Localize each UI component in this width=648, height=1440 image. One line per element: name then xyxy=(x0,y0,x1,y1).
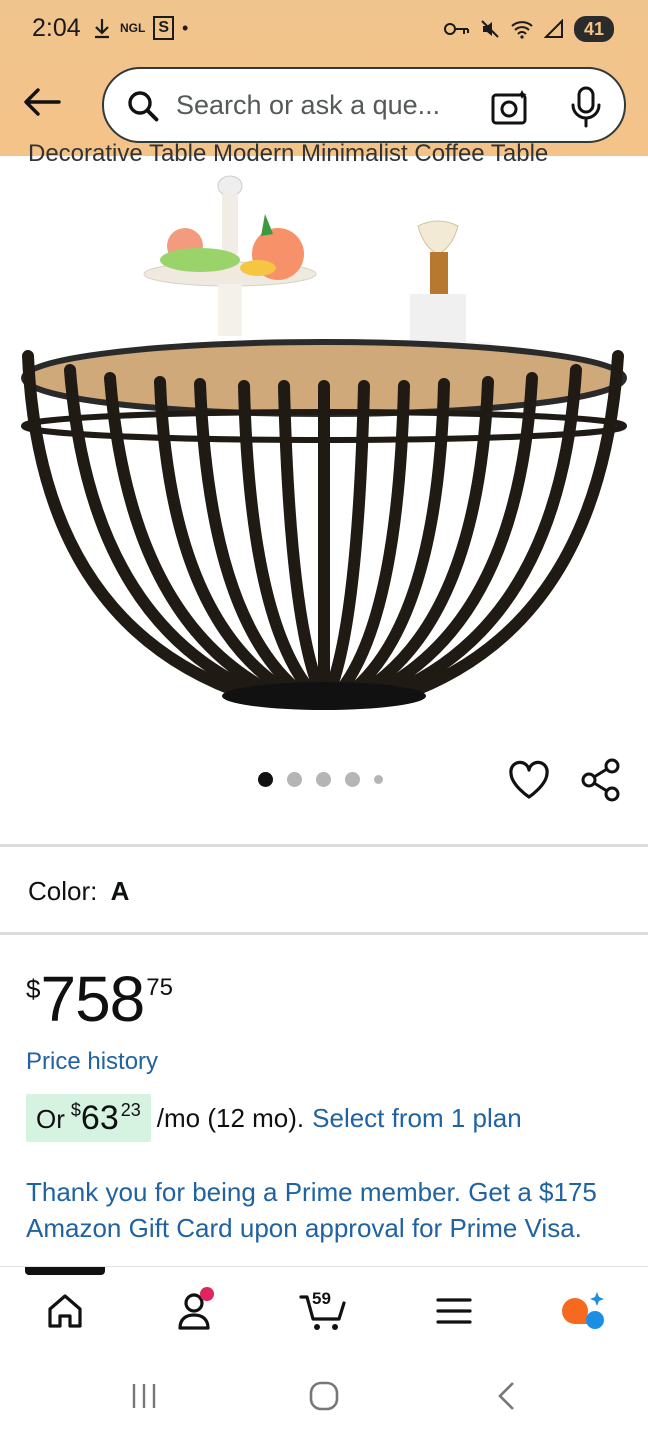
price-whole: 758 xyxy=(40,963,145,1035)
rufus-icon xyxy=(562,1292,604,1329)
color-value: A xyxy=(110,876,130,906)
back-button[interactable] xyxy=(18,78,66,126)
mute-icon xyxy=(481,20,499,38)
monthly-prefix: Or xyxy=(36,1104,65,1134)
color-selector[interactable]: Color: A xyxy=(28,876,129,907)
status-bar: 2:04 NGL S • 41 xyxy=(0,0,648,60)
heart-icon[interactable] xyxy=(508,760,550,800)
home-system-button[interactable] xyxy=(294,1376,354,1416)
battery-indicator: 41 xyxy=(573,16,614,42)
search-icon xyxy=(128,91,159,122)
dot-icon: • xyxy=(182,17,189,38)
recent-apps-icon xyxy=(132,1384,156,1408)
price-fraction: 75 xyxy=(146,974,173,1001)
monthly-symbol: $ xyxy=(70,1100,81,1120)
home-icon xyxy=(48,1294,82,1328)
search-bar[interactable] xyxy=(102,67,626,143)
nav-account[interactable] xyxy=(164,1285,224,1337)
candle-decor xyxy=(396,220,492,356)
s-icon: S xyxy=(153,16,175,40)
product-image[interactable] xyxy=(0,156,648,740)
image-pagination[interactable] xyxy=(258,772,383,787)
status-time: 2:04 xyxy=(32,14,81,42)
menu-icon xyxy=(436,1298,472,1324)
status-left-icons: NGL S • xyxy=(92,16,188,40)
price-history-link[interactable]: Price history xyxy=(26,1048,158,1076)
color-label: Color: xyxy=(28,876,98,906)
price: $ 758 75 xyxy=(26,962,173,1036)
cake-stand xyxy=(143,175,317,363)
nav-cart[interactable]: 59 xyxy=(294,1285,354,1337)
status-right-icons: 41 xyxy=(443,16,614,42)
monthly-suffix: /mo (12 mo). xyxy=(156,1102,305,1133)
microphone-icon[interactable] xyxy=(566,85,606,129)
back-chevron-icon xyxy=(498,1382,514,1410)
signal-icon xyxy=(543,19,563,38)
select-plan-link[interactable]: Select from 1 plan xyxy=(312,1103,522,1134)
pagination-dot[interactable] xyxy=(287,772,302,787)
back-arrow-icon xyxy=(24,88,61,116)
ngl-icon: NGL xyxy=(120,21,146,35)
header: 2:04 NGL S • 41 xyxy=(0,0,648,156)
divider xyxy=(0,932,648,935)
monthly-whole: 63 xyxy=(80,1099,119,1137)
home-circle-icon xyxy=(309,1381,339,1411)
nav-menu[interactable] xyxy=(424,1285,484,1337)
prime-visa-offer[interactable]: Thank you for being a Prime member. Get … xyxy=(26,1174,630,1246)
pagination-dot[interactable] xyxy=(316,772,331,787)
share-icon[interactable] xyxy=(580,758,622,802)
pagination-dot[interactable] xyxy=(345,772,360,787)
pagination-dot[interactable] xyxy=(258,772,273,787)
recent-apps-button[interactable] xyxy=(114,1376,174,1416)
camera-search-icon[interactable] xyxy=(490,87,530,127)
price-symbol: $ xyxy=(26,974,41,1004)
download-icon xyxy=(95,19,109,39)
bottom-nav: 59 xyxy=(0,1266,648,1348)
system-nav xyxy=(0,1348,648,1440)
key-icon xyxy=(443,23,469,35)
wifi-icon xyxy=(511,21,533,39)
monthly-fraction: 23 xyxy=(120,1100,141,1120)
back-system-button[interactable] xyxy=(476,1376,536,1416)
notification-dot xyxy=(200,1287,214,1301)
nav-home[interactable] xyxy=(35,1285,95,1337)
search-input[interactable] xyxy=(176,83,476,127)
active-tab-indicator xyxy=(25,1267,105,1275)
cart-count: 59 xyxy=(312,1289,331,1308)
monthly-payment: Or $ 63 23 /mo (12 mo). Select from 1 pl… xyxy=(26,1094,522,1142)
nav-rufus[interactable] xyxy=(552,1285,612,1337)
pagination-dot[interactable] xyxy=(374,775,383,784)
monthly-badge: Or $ 63 23 xyxy=(26,1094,151,1142)
table-frame xyxy=(22,350,624,702)
divider xyxy=(0,844,648,847)
